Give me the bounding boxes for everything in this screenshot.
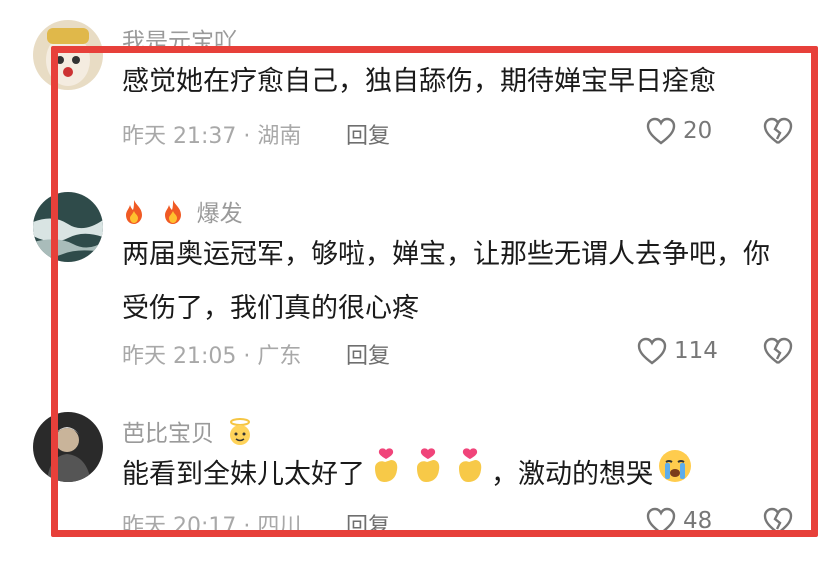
like-button[interactable]: 20 <box>645 116 712 146</box>
reply-button[interactable]: 回复 <box>346 338 390 370</box>
comment-item: 我是元宝吖 感觉她在疗愈自己，独自舔伤，期待婵宝早日痊愈 昨天 21:37 · … <box>0 0 828 170</box>
broken-heart-icon <box>763 117 793 144</box>
fire-icon <box>122 199 146 231</box>
heart-icon <box>646 117 676 145</box>
username-label: 爆发 <box>196 201 243 227</box>
finger-heart-icon <box>369 448 403 503</box>
like-count: 48 <box>683 508 713 534</box>
comment-item: 芭比宝贝 能看到全妹儿太好了 ，激动的想哭 昨天 20:17 · 四川 回复 4… <box>0 400 828 562</box>
like-count: 20 <box>683 118 713 144</box>
avatar[interactable] <box>33 192 103 262</box>
like-button[interactable]: 114 <box>636 336 718 366</box>
avatar[interactable] <box>33 20 103 90</box>
comment-text: 感觉她在疗愈自己，独自舔伤，期待婵宝早日痊愈 <box>122 66 716 97</box>
reply-button[interactable]: 回复 <box>346 118 390 150</box>
finger-heart-icon <box>453 448 487 503</box>
crying-face-icon <box>657 448 693 503</box>
comment-text-end: ，激动的想哭 <box>491 459 653 490</box>
heart-icon <box>637 337 667 365</box>
broken-heart-icon <box>763 507 793 534</box>
username-label: 芭比宝贝 <box>122 421 214 447</box>
dislike-button[interactable] <box>762 506 794 540</box>
comment-meta: 昨天 21:37 · 湖南 <box>122 124 302 149</box>
dislike-button[interactable] <box>762 116 794 150</box>
comment-item: 爆发 两届奥运冠军，够啦，婵宝，让那些无谓人去争吧，你受伤了，我们真的很心疼 昨… <box>0 170 828 400</box>
dislike-button[interactable] <box>762 336 794 370</box>
heart-icon <box>646 507 676 535</box>
fire-icon <box>161 199 185 231</box>
comment-text: 两届奥运冠军，够啦，婵宝，让那些无谓人去争吧，你受伤了，我们真的很心疼 <box>122 239 770 324</box>
like-button[interactable]: 48 <box>645 506 712 536</box>
username[interactable]: 我是元宝吖 <box>122 22 237 56</box>
like-count: 114 <box>674 338 718 364</box>
comment-text-start: 能看到全妹儿太好了 <box>122 459 365 490</box>
broken-heart-icon <box>763 337 793 364</box>
avatar[interactable] <box>33 412 103 482</box>
comment-text: 能看到全妹儿太好了 ，激动的想哭 <box>122 448 802 503</box>
comment-meta: 昨天 21:05 · 广东 <box>122 344 302 369</box>
reply-button[interactable]: 回复 <box>346 508 390 540</box>
finger-heart-icon <box>411 448 445 503</box>
username[interactable]: 芭比宝贝 <box>122 414 259 453</box>
comment-meta: 昨天 20:17 · 四川 <box>122 514 302 539</box>
username[interactable]: 爆发 <box>122 194 243 231</box>
